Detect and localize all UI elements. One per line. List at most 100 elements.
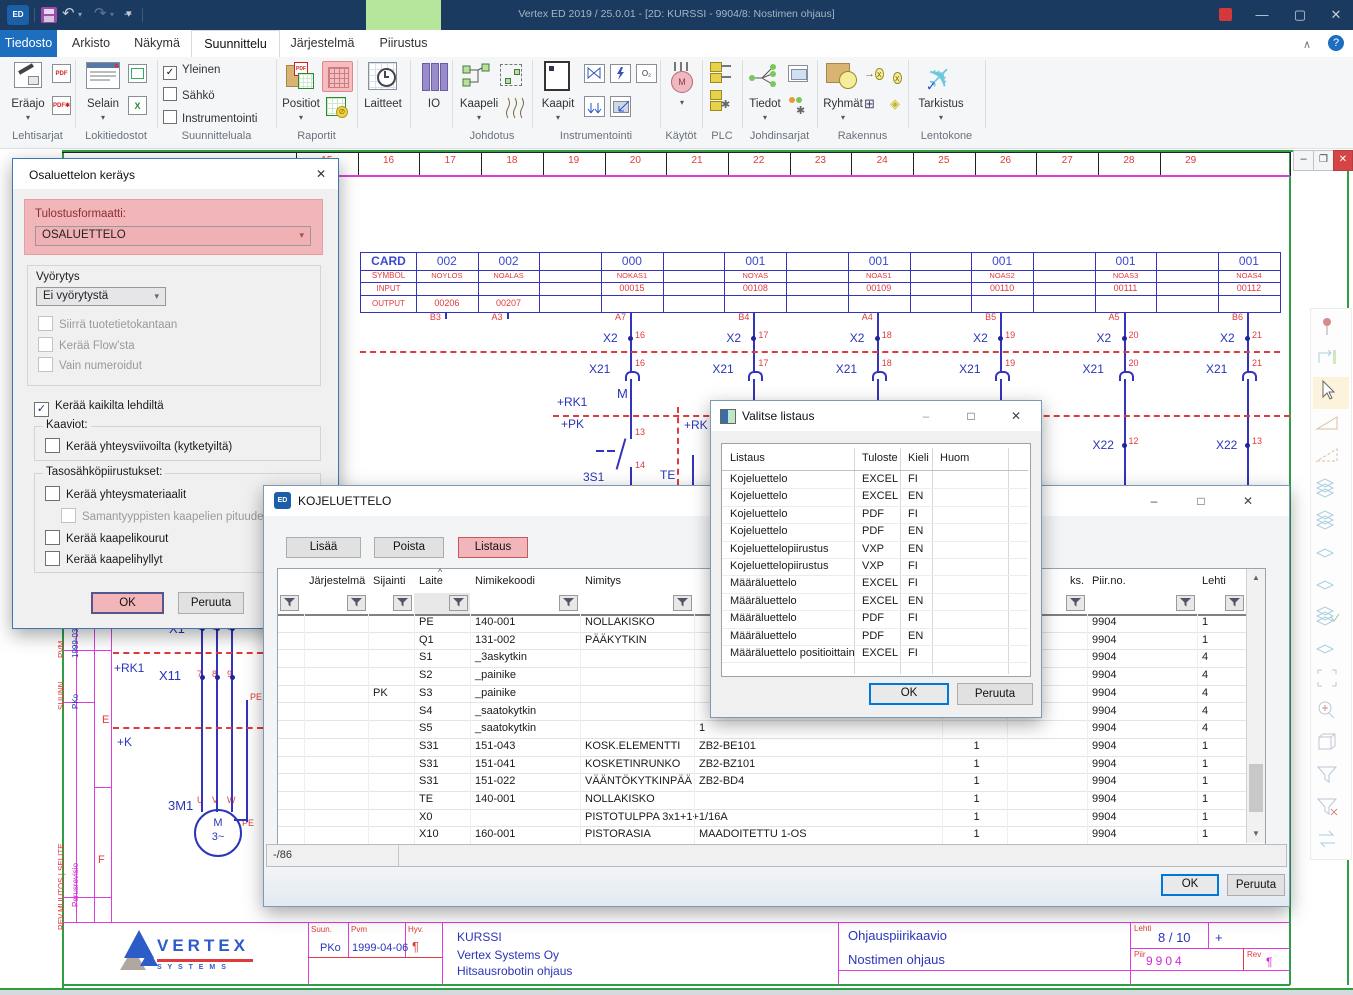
koje-cancel-button[interactable]: Peruuta [1227, 874, 1285, 896]
scroll-down-icon[interactable]: ▼ [1248, 827, 1264, 841]
list-item[interactable]: MääräluetteloEXCELEN [722, 593, 1028, 611]
filter-funnel-icon[interactable] [1176, 595, 1195, 611]
drawing-element [580, 685, 581, 703]
koje-status-bar: -/86 [266, 844, 1287, 867]
checkbox-icon [61, 508, 76, 523]
list-item[interactable]: KojeluetteloEXCELEN [722, 488, 1028, 506]
drawing-minimize-button[interactable]: – [1293, 150, 1314, 171]
valitse-column-header[interactable]: Tuloste [862, 452, 898, 466]
koje-minimize-icon[interactable]: – [1139, 491, 1169, 511]
filter-funnel-icon[interactable] [449, 595, 468, 611]
koje-close-icon[interactable]: ✕ [1233, 491, 1263, 511]
valitse-column-header[interactable]: Kieli [908, 452, 930, 466]
valitse-minimize-icon[interactable]: – [911, 406, 941, 426]
column-header-Nimitys[interactable]: Nimitys [585, 575, 691, 589]
boundary-dashed-line [360, 351, 1280, 353]
koje-poista-button[interactable]: Poista [374, 537, 444, 558]
osa-check-kaapelikourut[interactable]: Kerää kaapelikourut [45, 530, 168, 545]
column-header-Järjestelmä[interactable]: Järjestelmä [309, 575, 365, 589]
valitse-column-header[interactable]: Huom [940, 452, 1006, 466]
column-header-Lehti[interactable]: Lehti [1202, 575, 1243, 589]
filter-funnel-icon[interactable] [393, 595, 412, 611]
valitse-close-icon[interactable]: ✕ [1001, 406, 1031, 426]
reroute-icon[interactable] [1313, 345, 1349, 377]
swap-arrows-icon[interactable] [1313, 825, 1349, 857]
list-item[interactable]: MääräluetteloPDFFI [722, 610, 1028, 628]
column-header-Nimikekoodi[interactable]: Nimikekoodi [475, 575, 577, 589]
layer-single-icon[interactable] [1313, 633, 1349, 665]
valitse-maximize-icon[interactable]: □ [956, 406, 986, 426]
plc-cell: 002 [478, 253, 541, 271]
list-item[interactable]: MääräluetteloEXCELFI [722, 575, 1028, 593]
list-item[interactable]: KojeluetteloPDFFI [722, 506, 1028, 524]
list-item[interactable]: KojeluetteloPDFEN [722, 523, 1028, 541]
measure-triangle-dashed-icon[interactable] [1313, 441, 1349, 473]
koje-maximize-icon[interactable]: □ [1186, 491, 1216, 511]
filter-funnel-icon[interactable] [280, 595, 299, 611]
pin-icon[interactable] [1313, 313, 1349, 345]
valitse-column-header[interactable]: Listaus [730, 452, 852, 466]
drawing-close-button[interactable]: ✕ [1333, 150, 1353, 171]
column-header-Piir.no.[interactable]: Piir.no. [1092, 575, 1194, 589]
valitse-cell: Kojeluettelo [730, 488, 853, 505]
filter-remove-icon[interactable] [1313, 793, 1349, 825]
list-item[interactable]: KojeluetteloEXCELFI [722, 471, 1028, 489]
scroll-up-icon[interactable]: ▲ [1248, 571, 1264, 585]
column-header-Laite[interactable]: Laite [419, 575, 467, 589]
table-cell: _painike [475, 667, 579, 685]
table-row[interactable]: X10160-001PISTORASIAMAADOITETTU 1-OS1990… [278, 826, 1246, 845]
osa-vyorytys-combo[interactable]: Ei vyörytystä▾ [36, 287, 166, 306]
osa-check-yhteysviivoilta[interactable]: Kerää yhteysviivoilta (kytketyiltä) [45, 438, 232, 453]
layer-slant-icon[interactable] [1313, 569, 1349, 601]
crop-region-icon[interactable] [1313, 665, 1349, 697]
filter-funnel-icon[interactable] [673, 595, 692, 611]
layers-alt-icon[interactable] [1313, 505, 1349, 537]
vertical-scrollbar[interactable]: ▲▼ [1246, 569, 1265, 843]
table-cell: PISTORASIA [585, 826, 693, 844]
list-item[interactable]: KojeluettelopiirustusVXPEN [722, 541, 1028, 559]
layer-flat-icon[interactable] [1313, 537, 1349, 569]
zoom-in-icon[interactable] [1313, 697, 1349, 729]
drawing-element [1197, 649, 1198, 667]
list-item[interactable]: MääräluetteloPDFEN [722, 628, 1028, 646]
filter-icon[interactable] [1313, 761, 1349, 793]
osa-cancel-button[interactable]: Peruuta [178, 592, 244, 614]
table-row[interactable]: TE140-001NOLLAKISKO199041 [278, 791, 1246, 810]
osa-ok-button[interactable]: OK [91, 592, 164, 614]
table-row[interactable]: S31151-041KOSKETINRUNKOZB2-BZ101199041 [278, 756, 1246, 775]
table-row[interactable]: S5_saatokytkin199044 [278, 720, 1246, 739]
valitse-ok-button[interactable]: OK [869, 683, 949, 705]
table-row[interactable]: S31151-043KOSK.ELEMENTTIZB2-BE101199041 [278, 738, 1246, 757]
layers-check-icon[interactable] [1313, 601, 1349, 633]
koje-lisaa-button[interactable]: Lisää [286, 537, 361, 558]
osa-format-combo[interactable]: OSALUETTELO▾ [35, 226, 311, 246]
column-header-Sijainti[interactable]: Sijainti [373, 575, 411, 589]
table-row[interactable]: X0PISTOTULPPA 3x1+1+1/16A199041 [278, 809, 1246, 828]
drawing-restore-button[interactable]: ❐ [1313, 150, 1334, 171]
filter-funnel-icon[interactable] [347, 595, 366, 611]
koje-ok-button[interactable]: OK [1161, 874, 1219, 896]
valitse-table[interactable]: Listaus Tuloste Kieli Huom KojeluetteloEXCEL… [721, 443, 1031, 677]
table-cell: S5 [419, 720, 469, 738]
layers-icon[interactable] [1313, 473, 1349, 505]
list-item[interactable]: KojeluettelopiirustusVXPFI [722, 558, 1028, 576]
osa-close-icon[interactable]: ✕ [312, 165, 330, 183]
koje-listaus-button[interactable]: Listaus [458, 537, 528, 558]
measure-triangle-icon[interactable] [1313, 409, 1349, 441]
table-row[interactable]: S31151-022VÄÄNTÖKYTKINPÄÄZB2-BD4199041 [278, 773, 1246, 792]
osa-check-yhteysmateriaalit[interactable]: Kerää yhteysmateriaalit [45, 486, 186, 501]
filter-funnel-icon[interactable] [1066, 595, 1085, 611]
scroll-thumb[interactable] [1249, 764, 1263, 812]
filter-funnel-icon[interactable] [559, 595, 578, 611]
filter-funnel-icon[interactable] [1225, 595, 1244, 611]
connector-symbol [995, 371, 1010, 381]
osa-check-kaapelihyllyt[interactable]: Kerää kaapelihyllyt [45, 551, 163, 566]
box-3d-icon[interactable] [1313, 729, 1349, 761]
osa-check-siirra: Siirrä tuotetietokantaan [38, 316, 177, 331]
valitse-cancel-button[interactable]: Peruuta [957, 683, 1033, 705]
schematic-label: +RK1 [114, 661, 144, 675]
list-item[interactable]: Määräluettelo positioittainEXCELFI [722, 645, 1028, 663]
select-cursor-icon[interactable] [1313, 377, 1349, 409]
wire [877, 312, 879, 372]
osa-check-kaikilta-lehdilta[interactable]: ✓Kerää kaikilta lehdiltä [34, 400, 164, 417]
